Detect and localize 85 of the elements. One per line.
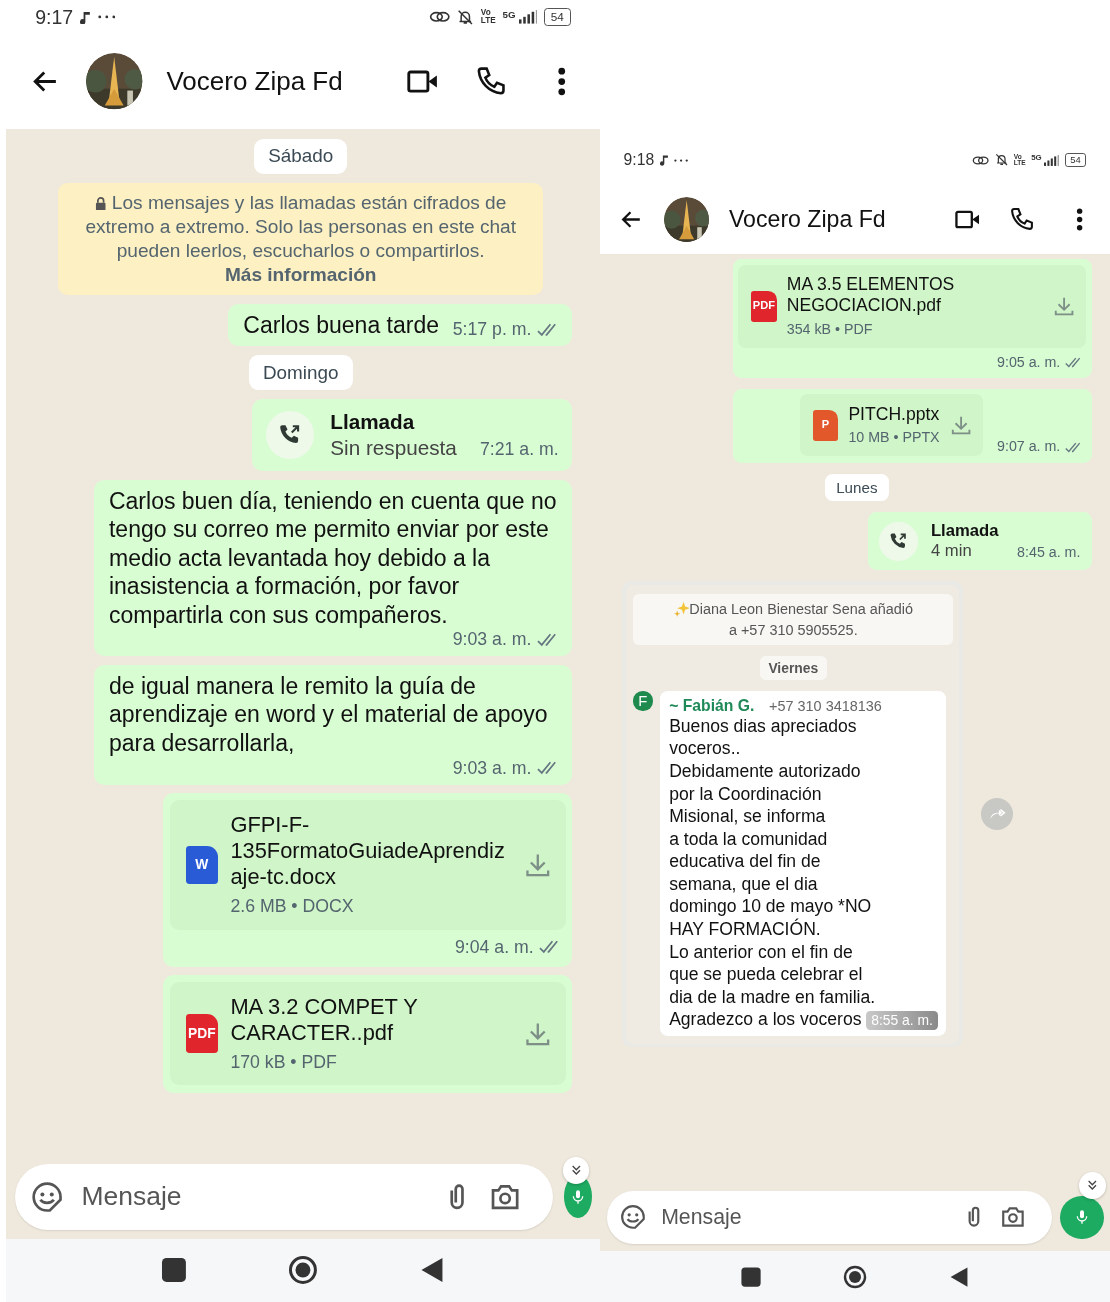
call-bubble[interactable]: Llamada 4 min 8:45 a. m. [868, 512, 1092, 571]
sender-phone: +57 310 3418136 [769, 697, 882, 714]
message-time: 9:07 a. m. [997, 438, 1061, 457]
recents-button[interactable] [739, 1264, 764, 1289]
volte-label: Vo [480, 8, 492, 17]
message-time: 9:04 a. m. [455, 936, 534, 959]
document-card[interactable]: PDF MA 3.5 ELEMENTOS NEGOCIACION.pdf 354 kB • PDF [738, 264, 1086, 348]
sparkle-icon [673, 600, 690, 617]
call-status: Sin respuesta [330, 435, 457, 461]
sticker-icon[interactable] [620, 1204, 647, 1231]
file-type-icon: PDF [186, 1014, 218, 1054]
file-size: 2.6 MB • DOCX [230, 896, 355, 918]
message-time: 7:21 a. m. [479, 438, 559, 461]
scroll-down-button[interactable] [562, 1157, 590, 1185]
encryption-notice: Los mensajes y las llamadas están cifrados de extremo a extremo. Solo las personas en este chat pueden leerlos, escucharlos o compartirlos. Más información [58, 182, 544, 296]
link-icon [429, 10, 451, 24]
message-text: Carlos buena tarde [243, 311, 439, 340]
phone-icon[interactable] [1009, 207, 1035, 232]
message-time: 9:03 a. m. [452, 629, 532, 652]
file-type-icon: P [812, 409, 839, 441]
file-name: PITCH.pptx [848, 403, 940, 425]
bell-off-icon [457, 8, 475, 26]
message-time: 9:03 a. m. [452, 757, 532, 780]
contact-name[interactable]: Vocero Zipa Fd [166, 65, 343, 97]
date-chip: Viernes [760, 655, 827, 681]
message-text: Carlos buen día, teniendo en cuenta que no tengo su correo me permito enviar por este medio acta levantada hoy debido a la inasistencia a formación, por favor compartirla con sus compañeros. [108, 486, 558, 630]
file-size: 10 MB • PPTX [848, 429, 940, 447]
bell-off-icon [994, 153, 1009, 167]
home-button[interactable] [288, 1255, 318, 1286]
signal-icon [1044, 154, 1060, 166]
music-note-icon [80, 9, 91, 25]
message-text: de igual manera le remito la guía de aprendizaje en word y el material de apoyo para desarrollarla, [108, 671, 549, 758]
outgoing-call-icon [879, 521, 918, 561]
date-chip: Sábado [254, 138, 348, 175]
battery-indicator: 54 [543, 8, 571, 26]
microphone-button[interactable] [1060, 1195, 1104, 1240]
download-icon[interactable] [1052, 295, 1075, 318]
message-field[interactable]: Mensaje [607, 1191, 1052, 1244]
call-title: Llamada [930, 520, 999, 542]
scroll-down-button[interactable] [1079, 1172, 1106, 1200]
more-info-link[interactable]: Más información [224, 263, 377, 285]
status-time: 9:17 [35, 5, 74, 29]
battery-indicator: 54 [1064, 153, 1087, 168]
call-title: Llamada [330, 409, 416, 436]
link-icon [972, 154, 990, 166]
message-time: 8:45 a. m. [1017, 544, 1081, 562]
document-card[interactable]: PDF MA 3.2 COMPET Y CARACTER..pdf 170 kB • PDF [169, 982, 566, 1086]
message-field[interactable]: Mensaje [15, 1164, 554, 1230]
file-type-icon: W [186, 845, 218, 885]
status-time: 9:18 [623, 151, 655, 170]
contact-name[interactable]: Vocero Zipa Fd [729, 206, 886, 234]
system-text: Diana Leon Bienestar Sena añadió a +57 310 5905525. [689, 600, 914, 638]
file-type-icon: PDF [751, 290, 777, 322]
date-chip: Lunes [824, 473, 889, 502]
lock-icon [95, 196, 107, 211]
more-menu-icon[interactable] [1074, 207, 1085, 232]
signal-icon [518, 10, 538, 24]
more-dots-icon [673, 158, 688, 162]
volte-label: LTE [480, 17, 496, 26]
more-menu-icon[interactable] [556, 65, 568, 97]
message-input[interactable]: Mensaje [79, 1180, 425, 1214]
file-name: MA 3.5 ELEMENTOS NEGOCIACION.pdf [786, 274, 956, 317]
message-time: 9:05 a. m. [997, 353, 1061, 372]
message-input[interactable]: Mensaje [659, 1203, 949, 1231]
message-time: 5:17 p. m. [452, 319, 532, 342]
message-time: 8:55 a. m. [865, 1010, 939, 1031]
download-icon[interactable] [949, 414, 972, 437]
file-size: 354 kB • PDF [786, 320, 874, 339]
sender-name: ~ Fabián G. [669, 696, 755, 715]
file-size: 170 kB • PDF [230, 1051, 338, 1074]
document-card[interactable]: W GFPI-F-135FormatoGuiadeAprendizaje-tc.docx 2.6 MB • DOCX [169, 800, 566, 930]
sender-avatar: F [633, 691, 653, 711]
music-note-icon [659, 154, 669, 167]
network-type: 5G [502, 8, 516, 20]
file-name: GFPI-F-135FormatoGuiadeAprendizaje-tc.docx [230, 811, 506, 891]
more-dots-icon [97, 15, 116, 20]
sticker-icon[interactable] [31, 1180, 64, 1213]
image-message[interactable] [622, 581, 963, 1048]
document-card[interactable]: P PITCH.pptx 10 MB • PPTX [799, 394, 984, 457]
download-icon[interactable] [524, 851, 552, 879]
file-name: MA 3.2 COMPET Y CARACTER..pdf [230, 993, 419, 1047]
home-button[interactable] [842, 1264, 867, 1289]
date-chip: Domingo [248, 355, 353, 391]
call-status: 4 min [930, 541, 973, 562]
call-bubble[interactable]: Llamada Sin respuesta 7:21 a. m. [252, 399, 573, 472]
